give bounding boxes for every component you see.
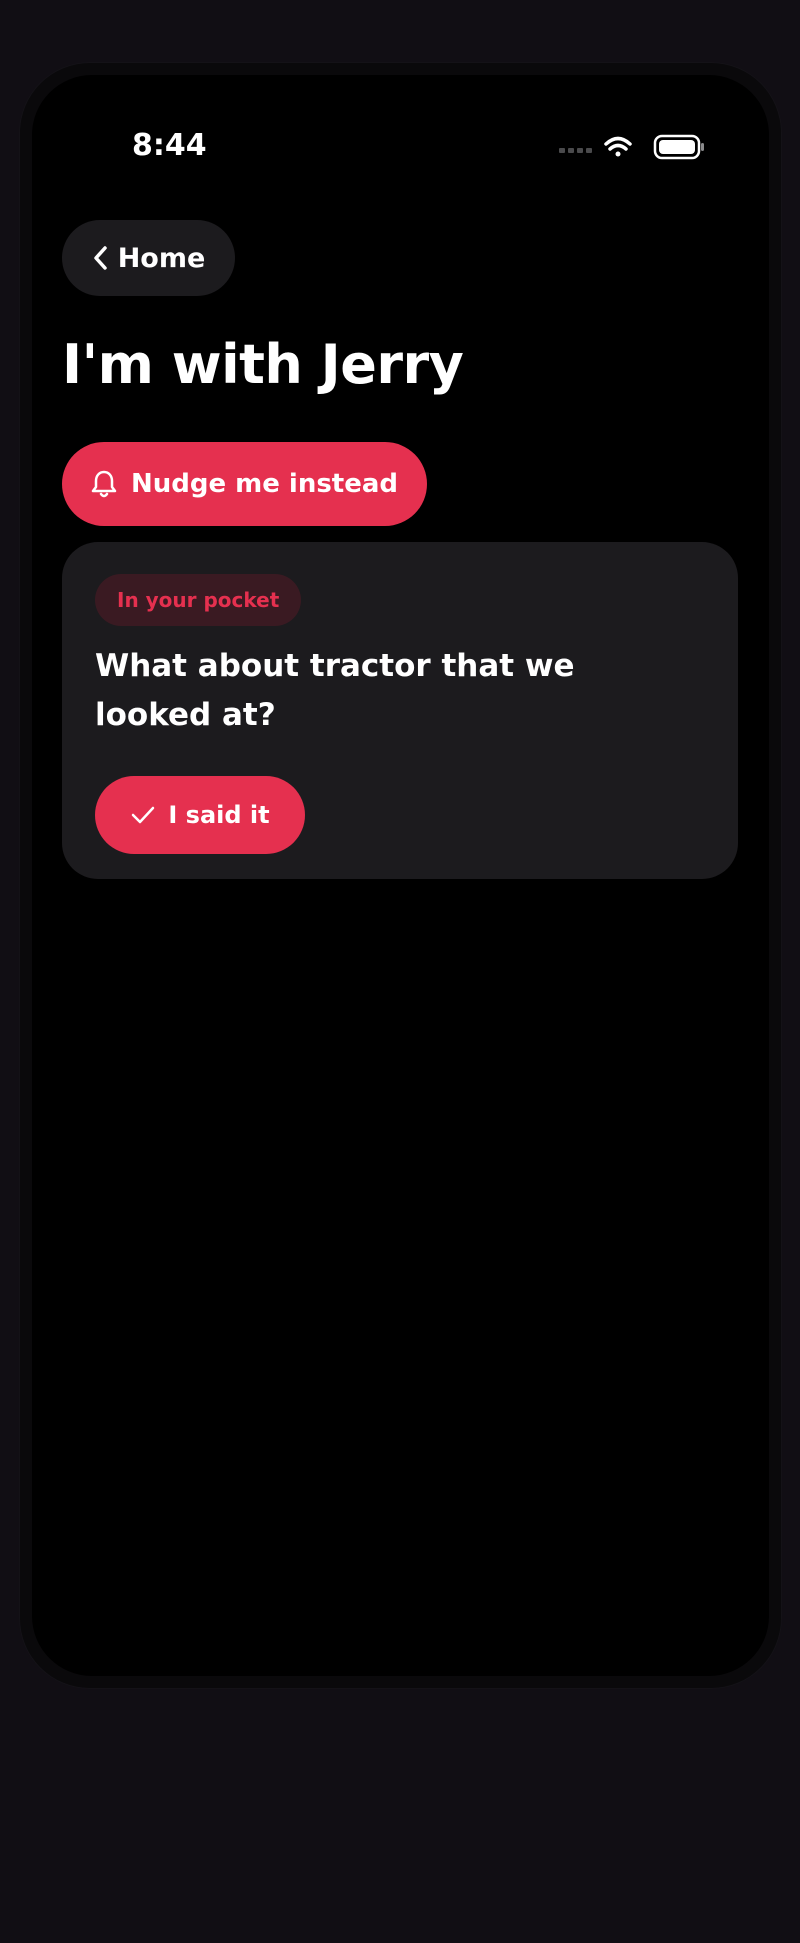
- status-icons-svg: [559, 134, 704, 160]
- back-button[interactable]: Home: [62, 220, 235, 296]
- bell-icon: [91, 469, 117, 499]
- nudge-me-label: Nudge me instead: [130, 469, 399, 499]
- checkmark-icon: [130, 804, 156, 826]
- signal-dots-icon: [559, 148, 592, 153]
- app-screen: 8:44 Home I'm with Jerry Nudge me instea…: [32, 75, 769, 1676]
- in-your-pocket-badge: In your pocket: [95, 574, 302, 626]
- back-button-label: Home: [117, 242, 206, 274]
- status-icons: [559, 133, 709, 163]
- status-time: 8:44: [132, 128, 207, 163]
- i-said-it-button[interactable]: I said it: [95, 776, 305, 854]
- badge-label: In your pocket: [117, 588, 280, 612]
- nudge-me-button[interactable]: Nudge me instead: [62, 442, 427, 526]
- topic-card: In your pocket What about tractor that w…: [62, 542, 738, 879]
- chevron-left-icon: [92, 245, 108, 271]
- i-said-it-label: I said it: [168, 801, 270, 829]
- wifi-icon: [604, 136, 632, 157]
- page-title: I'm with Jerry: [62, 333, 464, 396]
- battery-icon: [653, 134, 704, 160]
- topic-text: What about tractor that we looked at?: [95, 648, 575, 733]
- phone-frame: 8:44 Home I'm with Jerry Nudge me instea…: [20, 63, 781, 1688]
